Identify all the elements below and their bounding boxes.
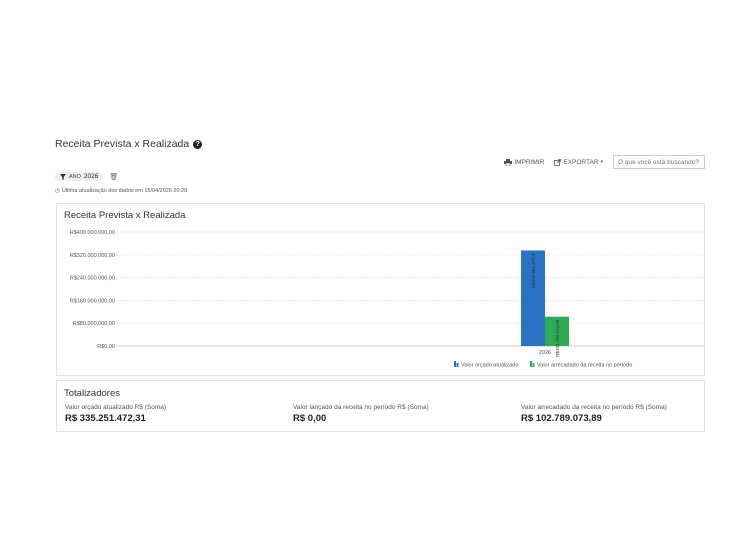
help-icon[interactable]: ? [193,139,203,149]
bar-chart: R$0,00 R$80.000.000,00 R$160.000.000,00 R$2… [70,230,704,369]
y-tick-label: R$240.000.000,00 [70,276,115,282]
y-tick-label: R$80.000.000,00 [73,321,115,327]
legend-swatch [454,361,456,367]
legend-swatch [530,361,532,367]
total-value-lancado: R$ 0,00 [293,413,327,424]
filter-bar: ANO 2026 🗑 [55,172,118,181]
page-title: Receita Prevista x Realizada ? [55,138,203,150]
y-tick-label: R$160.000.000,00 [70,298,115,304]
total-label-orcado: Valor orçado atualizado R$ (Soma) [65,404,167,411]
trash-icon[interactable]: 🗑 [109,173,118,181]
total-label-lancado: Valor lançado da receita no período R$ (… [293,404,429,411]
totals-panel: Totalizadores Valor orçado atualizado R$… [56,380,705,432]
export-icon [554,158,562,166]
y-tick-label: R$320.000.000,00 [70,253,115,259]
print-icon [504,158,513,166]
legend-label: Valor orçado atualizado [461,363,518,369]
filter-icon [60,173,66,180]
total-value-arrecadado: R$ 102.789.073,89 [521,413,602,424]
y-tick-label: R$400.000.000,00 [70,230,115,236]
filter-label: ANO [69,173,81,180]
chevron-down-icon: ▾ [600,159,603,165]
legend-swatch [456,363,459,367]
totals-title: Totalizadores [64,388,120,399]
export-button[interactable]: EXPORTAR ▾ [554,159,603,166]
legend-label: Valor arrecadado da receita no período [537,363,632,369]
total-value-orcado: R$ 335.251.472,31 [65,413,146,424]
bar-value-label: R$335.251.472,3 [531,253,536,288]
toolbar: IMPRIMIR EXPORTAR ▾ [504,155,705,169]
search-input[interactable] [613,155,705,169]
filter-chip-year[interactable]: ANO 2026 [55,172,104,181]
x-tick-label: 2026 [539,350,551,356]
chart-panel: Receita Prevista x Realizada R$0,00 R$80.… [56,203,705,376]
legend-swatch [532,363,535,367]
print-label: IMPRIMIR [514,158,545,166]
y-tick-label: R$0,00 [97,344,115,350]
export-label: EXPORTAR [563,158,599,166]
clock-icon: ◷ [55,188,60,194]
print-button[interactable]: IMPRIMIR [504,158,545,166]
bar-value-label: R$102.789.073,89 [555,319,560,357]
filter-value: 2026 [83,173,99,180]
page-title-text: Receita Prevista x Realizada [55,138,190,150]
last-update: ◷ Última atualização dos dados em 15/04/… [55,188,187,194]
total-label-arrecadado: Valor arrecadado da receita no período R… [521,404,667,411]
last-update-text: Última atualização dos dados em 15/04/20… [61,188,188,194]
